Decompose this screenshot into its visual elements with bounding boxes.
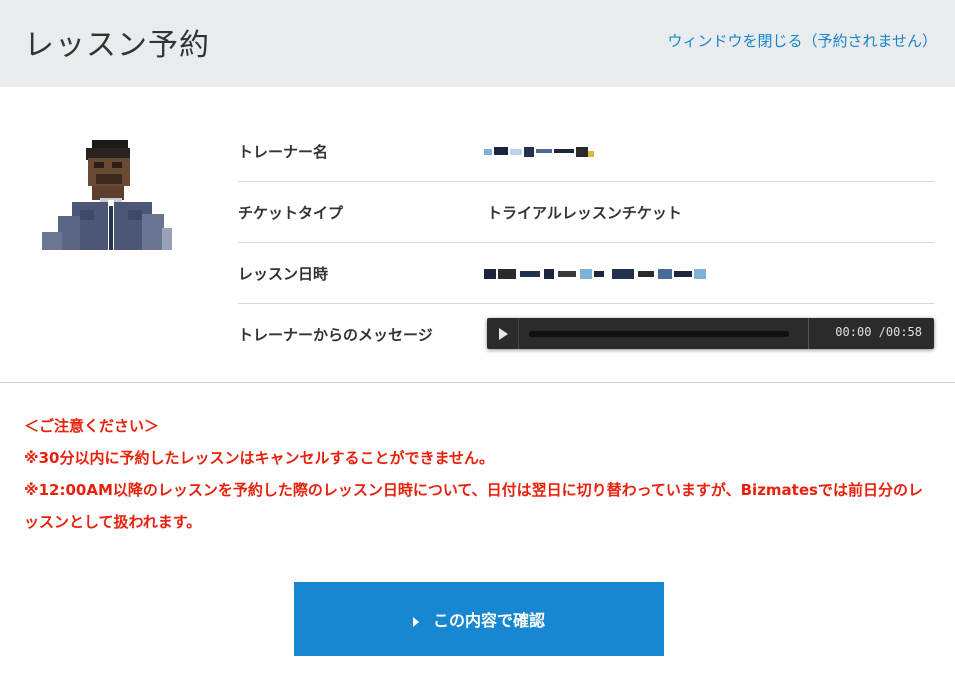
lesson-datetime-label: レッスン日時 bbox=[238, 265, 329, 283]
page-header: レッスン予約 ウィンドウを閉じる（予約されません） bbox=[0, 0, 955, 87]
play-icon[interactable] bbox=[487, 318, 519, 349]
time-divider bbox=[808, 318, 809, 349]
trainer-message-label: トレーナーからのメッセージ bbox=[238, 326, 433, 344]
notice-line-1: ※30分以内に予約したレッスンはキャンセルすることができません。 bbox=[24, 449, 495, 467]
confirm-button-label: この内容で確認 bbox=[432, 611, 545, 630]
section-divider bbox=[0, 382, 955, 383]
trainer-avatar bbox=[42, 140, 172, 250]
lesson-datetime-redacted bbox=[484, 269, 706, 279]
notice-block: ＜ご注意ください＞ ※30分以内に予約したレッスンはキャンセルすることができませ… bbox=[24, 410, 934, 538]
lesson-datetime-row: レッスン日時 bbox=[238, 243, 934, 304]
ticket-type-row: チケットタイプ トライアルレッスンチケット bbox=[238, 182, 934, 243]
audio-progress-bar[interactable] bbox=[529, 331, 789, 337]
trainer-name-row: トレーナー名 bbox=[238, 121, 934, 182]
audio-time-display: 00:00 /00:58 bbox=[835, 325, 922, 339]
notice-heading: ＜ご注意ください＞ bbox=[24, 417, 160, 435]
trainer-name-redacted bbox=[484, 147, 594, 157]
audio-player: 00:00 /00:58 bbox=[487, 318, 934, 349]
reservation-details: トレーナー名 チケットタイプ トライアルレッスンチケット レッスン日時 トレーナ… bbox=[238, 121, 934, 364]
close-window-link[interactable]: ウィンドウを閉じる（予約されません） bbox=[667, 30, 937, 51]
audio-duration: 00:58 bbox=[885, 325, 922, 339]
caret-right-icon bbox=[412, 616, 419, 627]
notice-line-2: ※12:00AM以降のレッスンを予約した際のレッスン日時について、日付は翌日に切… bbox=[24, 481, 923, 531]
audio-current-time: 00:00 bbox=[835, 325, 872, 339]
ticket-type-label: チケットタイプ bbox=[238, 204, 344, 222]
ticket-type-value: トライアルレッスンチケット bbox=[487, 204, 682, 222]
page-title: レッスン予約 bbox=[24, 28, 210, 63]
trainer-name-label: トレーナー名 bbox=[238, 143, 329, 161]
confirm-button[interactable]: この内容で確認 bbox=[294, 582, 664, 656]
